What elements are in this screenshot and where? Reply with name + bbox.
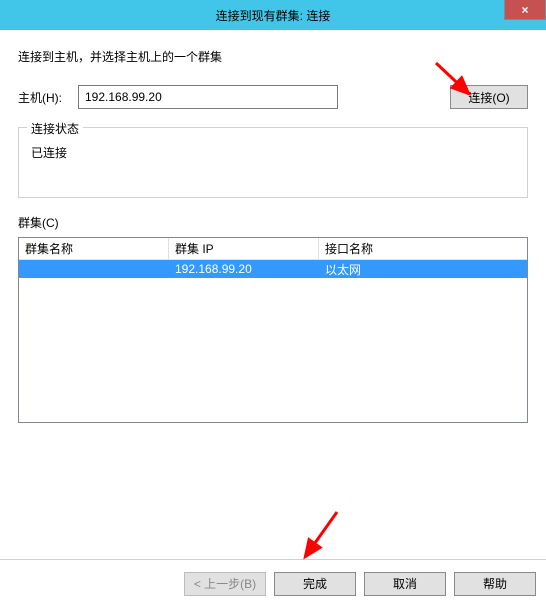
status-text: 已连接 (29, 138, 517, 167)
close-icon: × (521, 3, 528, 17)
window-title: 连接到现有群集: 连接 (216, 7, 331, 24)
table-row[interactable]: 192.168.99.20 以太网 (19, 260, 527, 278)
column-header-ip[interactable]: 群集 IP (169, 238, 319, 259)
host-row: 主机(H): 连接(O) (18, 85, 528, 109)
cancel-button[interactable]: 取消 (364, 572, 446, 596)
status-legend: 连接状态 (27, 120, 83, 137)
back-button: < 上一步(B) (184, 572, 266, 596)
annotation-arrow-icon (295, 507, 345, 567)
title-bar: 连接到现有群集: 连接 × (0, 0, 546, 30)
cell-interface-name: 以太网 (319, 260, 527, 279)
button-bar: < 上一步(B) 完成 取消 帮助 (0, 559, 546, 607)
help-button[interactable]: 帮助 (454, 572, 536, 596)
connection-status-group: 连接状态 已连接 (18, 127, 528, 198)
close-button[interactable]: × (504, 0, 546, 20)
instruction-text: 连接到主机，并选择主机上的一个群集 (18, 48, 528, 65)
cell-cluster-ip: 192.168.99.20 (169, 261, 319, 277)
clusters-label: 群集(C) (18, 214, 528, 231)
clusters-table: 群集名称 群集 IP 接口名称 192.168.99.20 以太网 (18, 237, 528, 423)
cell-cluster-name (19, 268, 169, 270)
host-label: 主机(H): (18, 89, 78, 106)
finish-button[interactable]: 完成 (274, 572, 356, 596)
connect-button[interactable]: 连接(O) (450, 85, 528, 109)
column-header-interface[interactable]: 接口名称 (319, 238, 527, 259)
column-header-name[interactable]: 群集名称 (19, 238, 169, 259)
content-area: 连接到主机，并选择主机上的一个群集 主机(H): 连接(O) 连接状态 已连接 … (0, 30, 546, 423)
table-header: 群集名称 群集 IP 接口名称 (19, 238, 527, 260)
host-input[interactable] (78, 85, 338, 109)
